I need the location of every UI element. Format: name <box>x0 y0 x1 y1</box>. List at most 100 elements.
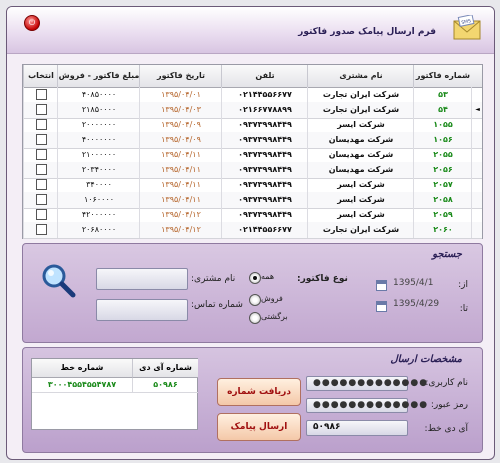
table-row[interactable]: ۲۰۶۸۰۰۰۰ ۱۳۹۵/۰۴/۱۲ ۰۲۱۴۴۵۵۶۶۷۷ شرکت ایران … <box>23 222 482 239</box>
password-input[interactable]: ●●●●●●●●●●●●● <box>306 398 427 413</box>
select-cell[interactable] <box>23 147 58 163</box>
select-checkbox[interactable] <box>35 89 47 100</box>
username-label: نام کاربری: <box>425 378 468 388</box>
phone-cell: ۰۹۳۷۳۹۹۸۴۴۹ <box>221 207 308 223</box>
phone-cell: ۰۹۳۷۳۹۹۸۴۴۹ <box>221 132 308 148</box>
select-cell[interactable] <box>23 222 58 238</box>
contact-number-input[interactable] <box>96 299 188 321</box>
select-checkbox[interactable] <box>35 179 47 190</box>
window-title: فرم ارسال پیامک صدور فاکتور <box>298 27 436 37</box>
row-indicator <box>471 162 483 178</box>
search-title: جستجو <box>432 249 462 260</box>
contact-number-label: شماره تماس: <box>191 300 243 310</box>
line-id-input[interactable]: ۵۰۹۸۶ <box>306 420 408 436</box>
phone-cell: ۰۹۳۷۳۹۹۸۴۴۹ <box>221 192 308 208</box>
power-icon[interactable]: ⏻ <box>24 15 40 31</box>
from-date[interactable]: 1395/4/1 <box>393 278 433 288</box>
date-cell: ۱۳۹۵/۰۴/۱۲ <box>139 222 222 238</box>
type-sale-radio[interactable] <box>249 294 261 306</box>
to-date[interactable]: 1395/4/29 <box>393 299 439 309</box>
sms-line-table: شماره خط شماره آی دی ۳۰۰۰۴۵۵۴۵۵۴۷۸۷ ۵۰۹۸… <box>31 358 198 430</box>
select-checkbox[interactable] <box>35 134 47 145</box>
invoice-number-cell: ۲۰۵۷ <box>413 177 472 193</box>
search-icon[interactable] <box>41 263 77 299</box>
send-sms-button[interactable]: ارسال پیامک <box>217 413 301 441</box>
header-date[interactable]: تاریخ فاکتور <box>139 65 222 87</box>
customer-cell: شرکت ایسر <box>307 177 414 193</box>
invoice-number-cell: ۲۰۶۰ <box>413 222 472 238</box>
header-customer[interactable]: نام مشتری <box>307 65 414 87</box>
customer-cell: شرکت مهدیسان <box>307 162 414 178</box>
select-checkbox[interactable] <box>35 164 47 175</box>
mail-icon: SMS <box>453 15 481 40</box>
sender-title: مشخصات ارسال <box>390 354 462 365</box>
calendar-icon[interactable] <box>376 301 387 312</box>
header-amount[interactable]: مبلغ فاکتور - فروش <box>57 65 140 87</box>
customer-cell: شرکت مهدیسان <box>307 132 414 148</box>
header-invoice-number[interactable]: شماره فاکتور <box>413 65 472 87</box>
select-cell[interactable] <box>23 177 58 193</box>
type-sale-label: فروش <box>261 294 283 303</box>
customer-cell: شرکت ایسر <box>307 207 414 223</box>
invoice-number-cell: ۲۰۵۹ <box>413 207 472 223</box>
amount-cell: ۲۱۸۵۰۰۰۰ <box>57 102 140 118</box>
select-cell[interactable] <box>23 132 58 148</box>
row-indicator <box>471 117 483 133</box>
amount-cell: ۲۰۰۰۰۰۰۰ <box>57 117 140 133</box>
select-checkbox[interactable] <box>35 104 47 115</box>
amount-cell: ۴۰۸۵۰۰۰۰ <box>57 87 140 103</box>
customer-name-input[interactable] <box>96 268 188 290</box>
line-id-cell: ۵۰۹۸۶ <box>132 378 198 393</box>
date-cell: ۱۳۹۵/۰۴/۱۱ <box>139 147 222 163</box>
date-cell: ۱۳۹۵/۰۴/۱۱ <box>139 162 222 178</box>
header-select[interactable]: انتخاب <box>23 65 58 87</box>
type-all-radio[interactable] <box>249 272 261 284</box>
select-checkbox[interactable] <box>35 119 47 130</box>
select-cell[interactable] <box>23 192 58 208</box>
row-indicator <box>471 222 483 238</box>
select-cell[interactable] <box>23 117 58 133</box>
date-cell: ۱۳۹۵/۰۴/۰۳ <box>139 102 222 118</box>
line-id-label: آی دی خط: <box>424 424 468 434</box>
header-phone[interactable]: تلفن <box>221 65 308 87</box>
phone-cell: ۰۹۳۷۳۹۹۸۴۴۹ <box>221 117 308 133</box>
select-checkbox[interactable] <box>35 149 47 160</box>
row-indicator <box>471 87 483 103</box>
select-checkbox[interactable] <box>35 209 47 220</box>
invoice-type-label: نوع فاکتور: <box>297 274 348 284</box>
calendar-icon[interactable] <box>376 280 387 291</box>
customer-cell: شرکت ایران تجارت <box>307 87 414 103</box>
amount-cell: ۱۰۶۰۰۰۰ <box>57 192 140 208</box>
customer-cell: شرکت مهدیسان <box>307 147 414 163</box>
date-cell: ۱۳۹۵/۰۴/۰۹ <box>139 132 222 148</box>
invoice-number-cell: ۲۰۵۶ <box>413 162 472 178</box>
sender-panel: مشخصات ارسال نام کاربری: ●●●●●●●●●●●●● ر… <box>22 347 483 453</box>
phone-cell: ۰۹۳۷۳۹۹۸۴۴۹ <box>221 162 308 178</box>
select-cell[interactable] <box>23 207 58 223</box>
header-line-id[interactable]: شماره آی دی <box>132 359 198 378</box>
date-cell: ۱۳۹۵/۰۴/۱۱ <box>139 177 222 193</box>
line-number-cell: ۳۰۰۰۴۵۵۴۵۵۴۷۸۷ <box>32 378 132 393</box>
invoice-number-cell: ۱۰۵۵ <box>413 117 472 133</box>
grid-header: انتخاب مبلغ فاکتور - فروش تاریخ فاکتور ت… <box>23 65 482 88</box>
select-cell[interactable] <box>23 102 58 118</box>
password-label: رمز عبور: <box>430 400 468 410</box>
select-cell[interactable] <box>23 87 58 103</box>
get-serial-button[interactable]: دریافت شماره سریال <box>217 378 301 423</box>
header-line-number[interactable]: شماره خط <box>32 359 132 378</box>
amount-cell: ۲۰۳۴۰۰۰۰ <box>57 162 140 178</box>
select-checkbox[interactable] <box>35 224 47 235</box>
phone-cell: ۰۲۱۴۴۵۵۶۶۷۷ <box>221 87 308 103</box>
select-cell[interactable] <box>23 162 58 178</box>
row-indicator <box>471 147 483 163</box>
date-cell: ۱۳۹۵/۰۴/۱۱ <box>139 192 222 208</box>
select-checkbox[interactable] <box>35 194 47 205</box>
amount-cell: ۳۴۰۰۰۰ <box>57 177 140 193</box>
invoice-number-cell: ۵۳ <box>413 87 472 103</box>
type-return-radio[interactable] <box>249 312 261 324</box>
date-cell: ۱۳۹۵/۰۴/۱۲ <box>139 207 222 223</box>
username-input[interactable]: ●●●●●●●●●●●●● <box>306 376 427 391</box>
amount-cell: ۴۰۰۰۰۰۰۰ <box>57 132 140 148</box>
amount-cell: ۲۱۰۰۰۰۰۰ <box>57 147 140 163</box>
search-panel: جستجو از: 1395/4/1 تا: 1395/4/29 نوع فاک… <box>22 243 483 343</box>
